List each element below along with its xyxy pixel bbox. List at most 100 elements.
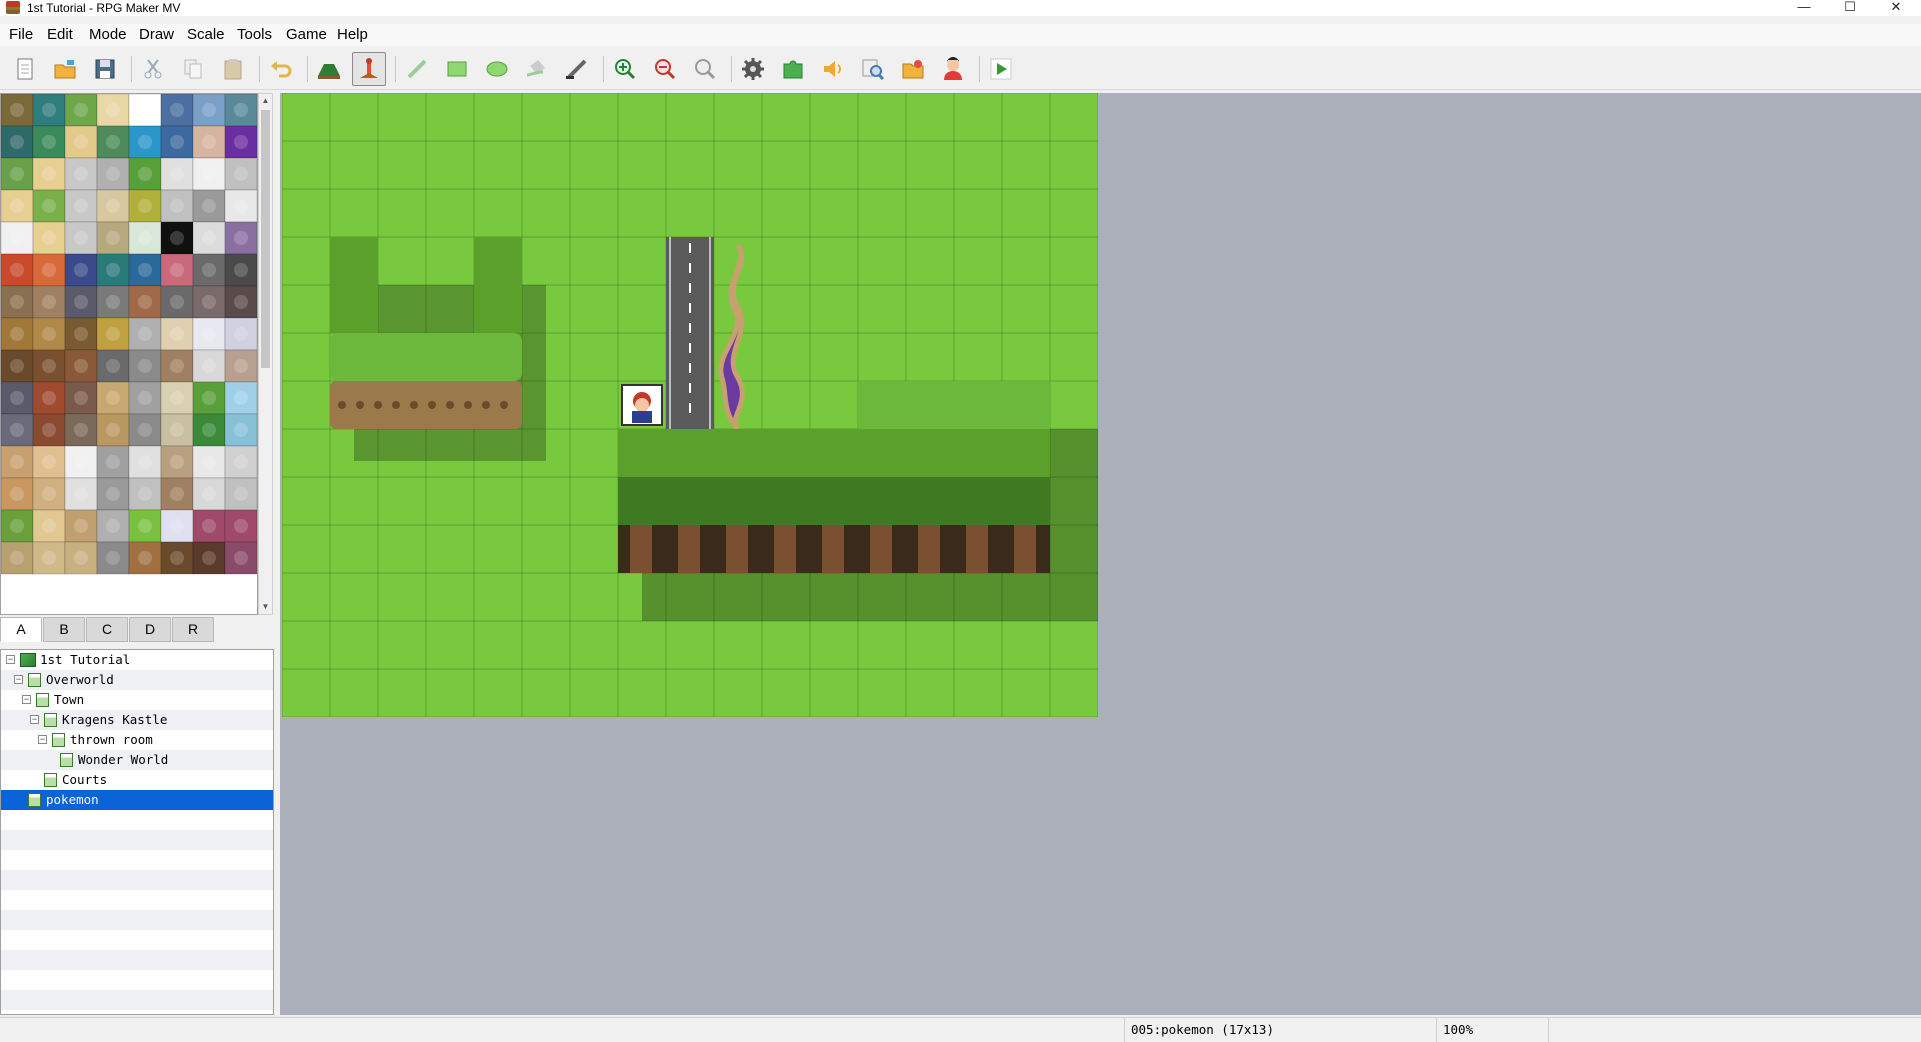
event-searcher-icon <box>862 59 885 81</box>
tileset-tile-detail <box>234 231 248 245</box>
tab-a[interactable]: A <box>0 617 42 642</box>
pencil-icon <box>407 59 427 79</box>
collapse-toggle-icon[interactable]: − <box>38 735 47 744</box>
event-body <box>632 411 652 423</box>
tileset-tile-detail <box>234 295 248 309</box>
database-button[interactable] <box>736 52 770 86</box>
collapse-toggle-icon[interactable]: − <box>14 675 23 684</box>
tileset-tile-detail <box>42 519 56 533</box>
tileset-tile-detail <box>74 551 88 565</box>
character-generator-button[interactable] <box>936 52 970 86</box>
tab-b[interactable]: B <box>43 617 85 642</box>
tileset-tile-detail <box>42 359 56 373</box>
event-face <box>635 398 649 412</box>
pencil-button[interactable] <box>400 52 434 86</box>
scroll-thumb[interactable] <box>261 110 270 368</box>
map-tree-item-kragens-kastle[interactable]: − Kragens Kastle <box>1 710 273 730</box>
menu-help[interactable]: Help <box>337 24 368 46</box>
map-tree-item-thrown-room[interactable]: − thrown room <box>1 730 273 750</box>
tileset-tile-detail <box>138 391 152 405</box>
event-searcher-button[interactable] <box>856 52 890 86</box>
map-editor-area[interactable] <box>280 93 1921 1015</box>
map-tree-item-overworld[interactable]: − Overworld <box>1 670 273 690</box>
open-project-button[interactable] <box>48 52 82 86</box>
map-tree-item-town[interactable]: − Town <box>1 690 273 710</box>
tileset-tile-detail <box>74 263 88 277</box>
tileset-tile-detail <box>74 455 88 469</box>
resource-manager-button[interactable] <box>896 52 930 86</box>
tab-c[interactable]: C <box>86 617 128 642</box>
undo-button[interactable] <box>264 52 298 86</box>
toolbar-separator <box>259 56 260 82</box>
map-mode-button[interactable] <box>312 52 346 86</box>
flood-fill-button[interactable] <box>520 52 554 86</box>
tileset-tile-detail <box>74 519 88 533</box>
tileset-tile-detail <box>234 455 248 469</box>
map-tree-item-courts[interactable]: Courts <box>1 770 273 790</box>
tile-palette[interactable] <box>0 93 258 615</box>
map-tree-label: Kragens Kastle <box>62 712 168 727</box>
tileset-tile-detail <box>106 167 120 181</box>
playtest-button[interactable] <box>984 52 1018 86</box>
menu-mode[interactable]: Mode <box>89 24 127 46</box>
tab-d[interactable]: D <box>129 617 171 642</box>
map-icon <box>28 793 41 807</box>
ellipse-button[interactable] <box>480 52 514 86</box>
menu-edit[interactable]: Edit <box>47 24 73 46</box>
cut-button[interactable] <box>136 52 170 86</box>
tileset-tile-detail <box>170 487 184 501</box>
rock-detail <box>500 401 508 409</box>
menu-draw[interactable]: Draw <box>139 24 174 46</box>
tileset-tile-detail <box>202 103 216 117</box>
tileset-tile-detail <box>234 103 248 117</box>
map-tree-item-pokemon[interactable]: pokemon <box>1 790 273 810</box>
event-mode-button[interactable] <box>352 52 386 86</box>
tileset-tile-detail <box>10 423 24 437</box>
zoom-out-button[interactable] <box>648 52 682 86</box>
toolbar-separator <box>603 56 604 82</box>
map-tree-item-wonder-world[interactable]: Wonder World <box>1 750 273 770</box>
map-tree-label: pokemon <box>46 792 99 807</box>
shadow-pen-button[interactable] <box>560 52 594 86</box>
rectangle-button[interactable] <box>440 52 474 86</box>
scroll-down-icon[interactable]: ▼ <box>260 601 271 613</box>
toolbar-separator <box>307 56 308 82</box>
map-canvas[interactable] <box>282 93 1098 717</box>
rpg-maker-app-icon <box>6 1 20 14</box>
paste-button[interactable] <box>216 52 250 86</box>
tileset-tile-detail <box>202 551 216 565</box>
collapse-toggle-icon[interactable]: − <box>30 715 39 724</box>
tileset-tile-detail <box>10 231 24 245</box>
tileset-tile-detail <box>106 295 120 309</box>
tileset-tile-detail <box>138 455 152 469</box>
sound-test-button[interactable] <box>816 52 850 86</box>
tab-r[interactable]: R <box>172 617 214 642</box>
close-button[interactable]: ✕ <box>1873 0 1919 16</box>
map-tree-item-1st-tutorial[interactable]: − 1st Tutorial <box>1 650 273 670</box>
tileset-tile-detail <box>106 263 120 277</box>
tileset-tile-detail <box>74 231 88 245</box>
copy-button[interactable] <box>176 52 210 86</box>
tileset-tile-detail <box>42 135 56 149</box>
menu-game[interactable]: Game <box>286 24 327 46</box>
scroll-up-icon[interactable]: ▲ <box>260 95 271 107</box>
plugin-manager-button[interactable] <box>776 52 810 86</box>
actual-size-button[interactable] <box>688 52 722 86</box>
menu-file[interactable]: File <box>9 24 33 46</box>
menu-scale[interactable]: Scale <box>187 24 225 46</box>
save-project-button[interactable] <box>88 52 122 86</box>
collapse-toggle-icon[interactable]: − <box>6 655 15 664</box>
palette-scrollbar[interactable]: ▲ ▼ <box>258 93 273 615</box>
menu-tools[interactable]: Tools <box>237 24 272 46</box>
collapse-toggle-icon[interactable]: − <box>22 695 31 704</box>
tileset-tile-detail <box>106 135 120 149</box>
maximize-button[interactable]: ☐ <box>1827 0 1873 16</box>
tileset-grid[interactable] <box>1 94 257 614</box>
tileset-tile-detail <box>74 423 88 437</box>
minimize-button[interactable]: — <box>1781 0 1827 16</box>
rock-detail <box>410 401 418 409</box>
zoom-in-button[interactable] <box>608 52 642 86</box>
map-icon <box>44 773 57 787</box>
new-project-button[interactable] <box>8 52 42 86</box>
tileset-tile-detail <box>234 135 248 149</box>
